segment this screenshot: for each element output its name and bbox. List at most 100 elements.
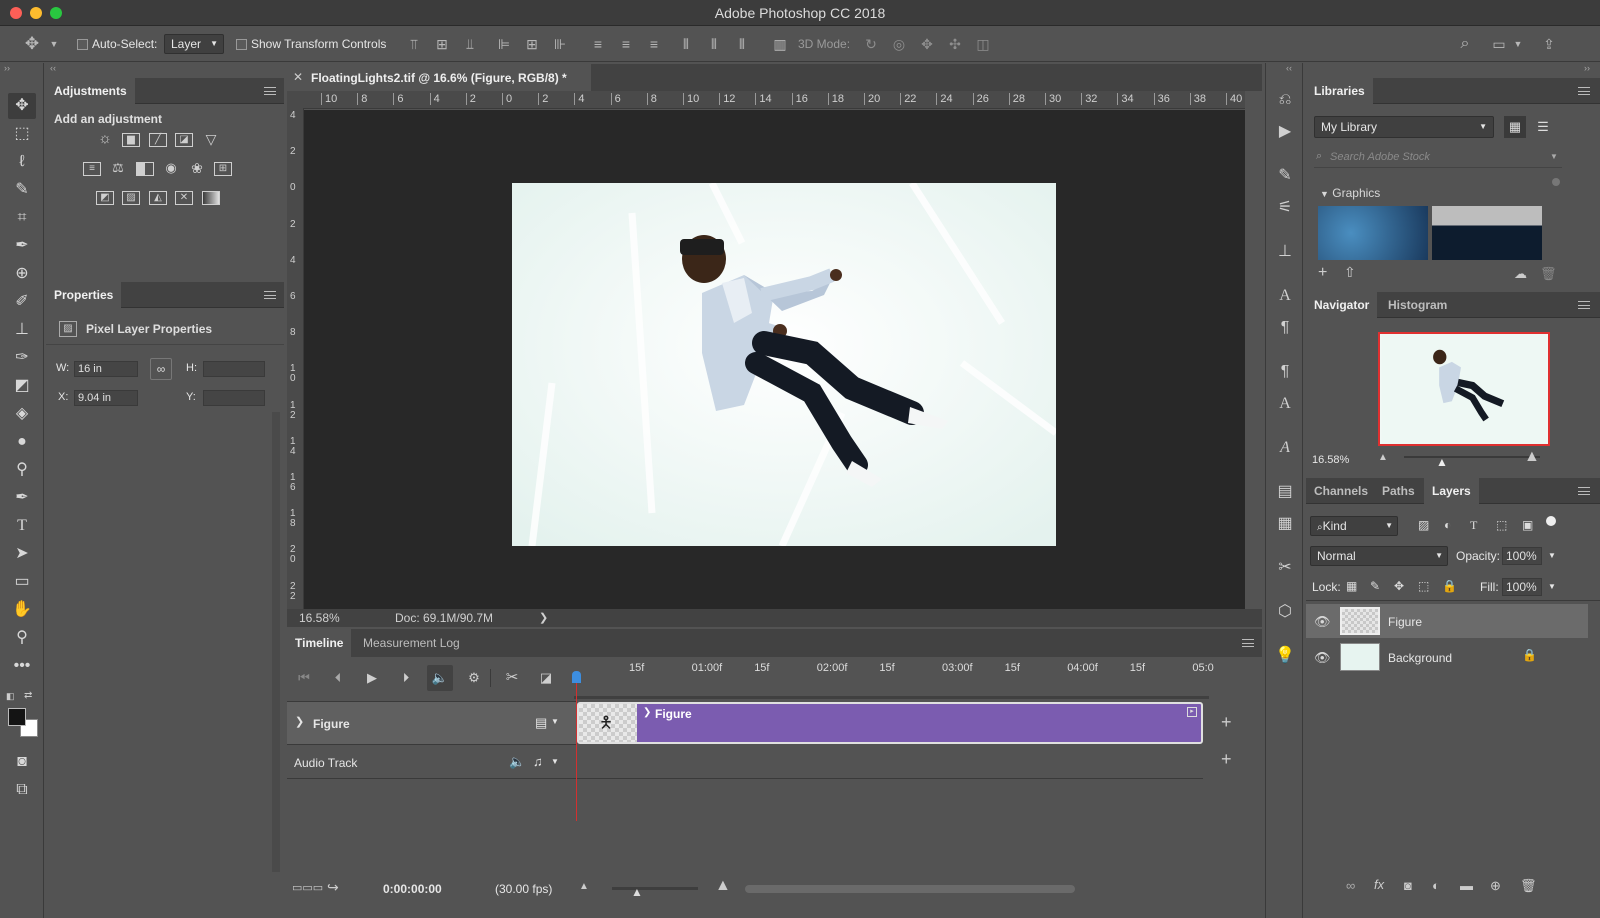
checkbox-box[interactable] xyxy=(236,39,247,51)
properties-icon[interactable]: ▤ xyxy=(1274,481,1296,503)
audio-track-lane[interactable] xyxy=(577,745,1203,779)
libraries-tab[interactable]: Libraries xyxy=(1306,78,1373,104)
foreground-color-swatch[interactable] xyxy=(8,708,26,726)
layer-filter-select[interactable]: ⌕Kind ▼ xyxy=(1310,516,1398,536)
close-window-button[interactable] xyxy=(10,7,22,19)
width-field[interactable]: 16 in xyxy=(74,361,138,377)
gradient-map-icon[interactable] xyxy=(202,191,220,205)
pen-tool-icon[interactable]: ✒ xyxy=(8,485,36,511)
time-ruler[interactable]: 15f 01:00f 15f 02:00f 15f 03:00f 15f 04:00f 15f 0… xyxy=(577,657,1217,695)
chevron-right-icon[interactable]: ❯ xyxy=(539,609,548,627)
chevron-down-icon[interactable]: ▼ xyxy=(1548,582,1556,591)
default-colors-icon[interactable]: ◧ xyxy=(6,691,18,701)
collapse-arrows-icon[interactable]: ‹‹ xyxy=(50,63,56,73)
tool-presets-icon[interactable]: ✂ xyxy=(1274,557,1296,579)
play-icon[interactable]: ▶ xyxy=(361,667,383,689)
lasso-tool-icon[interactable]: ℓ xyxy=(8,149,36,175)
color-balance-icon[interactable]: ⚖ xyxy=(109,161,127,176)
minimize-window-button[interactable] xyxy=(30,7,42,19)
tab-timeline[interactable]: Timeline xyxy=(287,629,352,657)
collapse-arrows-icon[interactable]: ‹‹ xyxy=(1286,63,1292,73)
creative-cloud-icon[interactable]: ☁ xyxy=(1514,266,1527,282)
collapse-arrows-icon[interactable]: ›› xyxy=(4,63,10,73)
document-image[interactable] xyxy=(512,183,1056,546)
transition-icon[interactable]: ◪ xyxy=(535,667,557,689)
3d-orbit-icon[interactable]: ↻ xyxy=(860,26,882,62)
align-top-icon[interactable]: ⫪ xyxy=(404,26,424,62)
track-header-figure[interactable]: ❯ Figure ▤ ▼ xyxy=(287,701,576,745)
tab-layers[interactable]: Layers xyxy=(1424,478,1479,504)
new-group-folder-icon[interactable]: ▬ xyxy=(1460,878,1473,893)
height-field[interactable] xyxy=(203,361,265,377)
history-icon[interactable]: ⎌ xyxy=(1274,89,1296,111)
paragraph-styles-icon[interactable]: ¶ xyxy=(1274,361,1296,383)
zoom-tool-icon[interactable]: ⚲ xyxy=(8,625,36,651)
chevron-down-icon[interactable]: ▼ xyxy=(1512,26,1524,62)
distribute-bottom-icon[interactable]: ≡ xyxy=(644,26,664,62)
3d-icon[interactable]: ⬡ xyxy=(1274,601,1296,623)
panel-menu-icon[interactable] xyxy=(1578,487,1590,495)
marquee-tool-icon[interactable]: ⬚ xyxy=(8,121,36,147)
list-view-icon[interactable]: ☰ xyxy=(1532,116,1554,138)
track-header-audio[interactable]: Audio Track 🔈 ♫ ▼ xyxy=(287,745,576,779)
auto-align-icon[interactable]: ▥ xyxy=(770,26,790,62)
upload-icon[interactable]: ⇧ xyxy=(1344,264,1356,281)
split-scissors-icon[interactable]: ✂ xyxy=(501,667,523,689)
audio-toggle-icon[interactable]: 🔈 xyxy=(427,665,453,691)
invert-icon[interactable]: ◩ xyxy=(96,191,114,205)
tab-measurement-log[interactable]: Measurement Log xyxy=(355,629,468,657)
x-field[interactable]: 9.04 in xyxy=(74,390,138,406)
graphics-section[interactable]: ▼ Graphics xyxy=(1320,186,1380,200)
3d-scale-icon[interactable]: ◫ xyxy=(972,26,994,62)
scrollbar[interactable] xyxy=(272,412,280,872)
delete-layer-trash-icon[interactable]: 🗑 xyxy=(1520,878,1537,894)
lock-pixels-brush-icon[interactable]: ✎ xyxy=(1370,579,1380,593)
film-strip-icon[interactable]: ▤ xyxy=(535,715,547,731)
layer-row-figure[interactable]: 👁 Figure xyxy=(1306,604,1588,638)
navigator-thumbnail[interactable] xyxy=(1378,332,1550,446)
distribute-right-icon[interactable]: ⦀ xyxy=(732,26,752,62)
black-white-icon[interactable] xyxy=(136,162,154,176)
search-stock-field[interactable]: ⌕ Search Adobe Stock ▼ xyxy=(1314,148,1562,168)
maximize-window-button[interactable] xyxy=(50,7,62,19)
distribute-center-icon[interactable]: ≡ xyxy=(616,26,636,62)
quick-mask-icon[interactable]: ◙ xyxy=(8,749,36,775)
crop-tool-icon[interactable]: ⌗ xyxy=(8,205,36,231)
graphic-thumbnail[interactable] xyxy=(1432,206,1542,260)
next-frame-icon[interactable]: ⏵ xyxy=(395,667,417,689)
new-layer-icon[interactable]: ⊕ xyxy=(1490,878,1501,894)
align-left-icon[interactable]: ⊫ xyxy=(494,26,514,62)
character-icon[interactable]: A xyxy=(1274,285,1296,307)
clone-stamp-tool-icon[interactable]: ⊥ xyxy=(8,317,36,343)
playhead-handle[interactable] xyxy=(572,671,581,683)
chevron-down-icon[interactable]: ▼ xyxy=(551,757,559,766)
3d-roll-icon[interactable]: ◎ xyxy=(888,26,910,62)
chevron-right-icon[interactable]: ❯ xyxy=(295,715,304,728)
align-right-icon[interactable]: ⊪ xyxy=(550,26,570,62)
link-layers-icon[interactable]: ∞ xyxy=(1346,878,1355,893)
move-tool-preset-icon[interactable]: ✥ xyxy=(18,26,46,62)
more-tools-icon[interactable]: ••• xyxy=(8,653,36,679)
hand-tool-icon[interactable]: ✋ xyxy=(8,597,36,623)
paint-bucket-tool-icon[interactable]: ◈ xyxy=(8,401,36,427)
blend-mode-select[interactable]: Normal ▼ xyxy=(1310,546,1448,566)
opacity-field[interactable]: 100% xyxy=(1502,547,1542,565)
rectangle-tool-icon[interactable]: ▭ xyxy=(8,569,36,595)
work-area-bar[interactable] xyxy=(574,696,1209,699)
actions-play-icon[interactable]: ▶ xyxy=(1274,121,1296,143)
3d-pan-icon[interactable]: ✥ xyxy=(916,26,938,62)
path-selection-tool-icon[interactable]: ➤ xyxy=(8,541,36,567)
timeline-scrollbar[interactable] xyxy=(745,885,1075,893)
filter-pixel-icon[interactable]: ▨ xyxy=(1418,518,1429,532)
align-horizontal-center-icon[interactable]: ⊞ xyxy=(522,26,542,62)
distribute-hcenter-icon[interactable]: ⦀ xyxy=(704,26,724,62)
speaker-icon[interactable]: 🔈 xyxy=(509,754,525,770)
fx-icon[interactable]: fx xyxy=(1374,877,1384,892)
chevron-right-icon[interactable]: ❯ xyxy=(643,707,651,718)
swap-colors-icon[interactable]: ⇄ xyxy=(24,690,36,702)
align-bottom-icon[interactable]: ⫫ xyxy=(460,26,480,62)
chevron-down-icon[interactable]: ▼ xyxy=(1550,152,1558,161)
type-tool-icon[interactable]: T xyxy=(8,513,36,539)
zoom-out-mountain-icon[interactable]: ▲ xyxy=(579,881,589,892)
quick-selection-tool-icon[interactable]: ✎ xyxy=(8,177,36,203)
